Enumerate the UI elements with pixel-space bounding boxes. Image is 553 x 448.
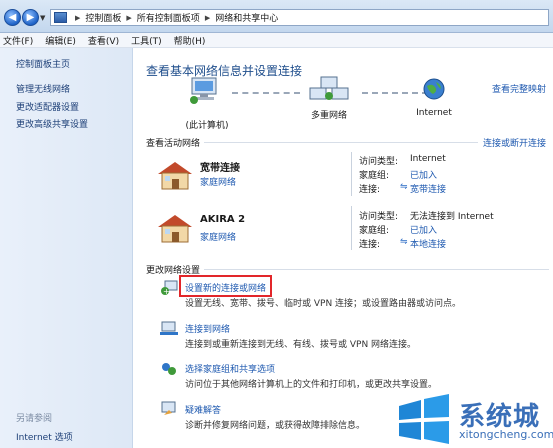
- address-bar: ◀ ▶ ▼ ▶ 控制面板 ▶ 所有控制面板项 ▶ 网络和共享中心: [0, 0, 553, 33]
- menu-tools[interactable]: 工具(T): [131, 34, 162, 47]
- section-divider: [204, 142, 478, 143]
- task-description: 访问位于其他网络计算机上的文件和打印机，或更改共享设置。: [185, 380, 438, 390]
- homegroup-icon: [162, 363, 176, 375]
- connect-disconnect-link[interactable]: 连接或断开连接: [483, 136, 546, 149]
- connection-label: 连接:: [359, 240, 381, 250]
- sidebar: 控制面板主页 管理无线网络 更改适配器设置 更改高级共享设置 另请参阅 Inte…: [0, 48, 133, 448]
- menu-file[interactable]: 文件(F): [3, 34, 33, 47]
- control-panel-icon: [54, 12, 67, 23]
- network-name: 宽带连接: [200, 163, 240, 174]
- connection-link[interactable]: 本地连接: [410, 237, 446, 250]
- menu-view[interactable]: 查看(V): [88, 34, 119, 47]
- forward-button[interactable]: ▶: [22, 9, 39, 26]
- sidebar-item-internet-options[interactable]: Internet 选项: [16, 430, 73, 443]
- connector-line: [232, 92, 300, 94]
- internet-label: Internet: [416, 108, 452, 118]
- homegroup-sharing-link[interactable]: 选择家庭组和共享选项: [185, 362, 275, 375]
- new-connection-icon: +: [161, 280, 178, 296]
- task-description: 连接到或重新连接到无线、有线、拨号或 VPN 网络连接。: [185, 340, 417, 350]
- connection-link[interactable]: 宽带连接: [410, 182, 446, 195]
- chevron-right-icon[interactable]: ▶: [75, 14, 80, 22]
- active-networks-title: 查看活动网络: [146, 139, 201, 149]
- connection-label: 连接:: [359, 185, 381, 195]
- computer-icon: [190, 77, 217, 104]
- troubleshoot-icon: [161, 401, 176, 415]
- connection-icon: ⇋: [400, 237, 408, 247]
- menu-edit[interactable]: 编辑(E): [45, 34, 76, 47]
- task-description: 诊断并修复网络问题，或获得故障排除信息。: [185, 421, 366, 431]
- network-type-link[interactable]: 家庭网络: [200, 175, 236, 188]
- menu-bar: 文件(F) 编辑(E) 查看(V) 工具(T) 帮助(H): [0, 33, 553, 48]
- homegroup-label: 家庭组:: [359, 171, 390, 181]
- sidebar-item-advanced-sharing[interactable]: 更改高级共享设置: [16, 117, 88, 130]
- home-network-icon: [158, 162, 192, 190]
- connection-icon: ⇋: [400, 182, 408, 192]
- connector-line: [362, 92, 428, 94]
- multiple-networks-label: 多重网络: [310, 111, 347, 121]
- menu-help[interactable]: 帮助(H): [174, 34, 206, 47]
- sidebar-home-link[interactable]: 控制面板主页: [16, 57, 70, 70]
- see-also-title: 另请参阅: [16, 414, 53, 424]
- sidebar-item-wireless[interactable]: 管理无线网络: [16, 82, 70, 95]
- back-button[interactable]: ◀: [4, 9, 21, 26]
- this-computer-label: (此计算机): [185, 121, 229, 131]
- divider: [351, 152, 352, 196]
- chevron-right-icon[interactable]: ▶: [205, 14, 210, 22]
- multiple-networks-icon: [309, 76, 349, 100]
- globe-icon: [423, 78, 445, 100]
- watermark-url: xitongcheng.com: [459, 428, 553, 441]
- task-description: 设置无线、宽带、拨号、临时或 VPN 连接；或设置路由器或访问点。: [185, 299, 462, 309]
- breadcrumb-item[interactable]: 网络和共享中心: [215, 11, 278, 24]
- access-type-label: 访问类型:: [359, 157, 399, 167]
- page-title: 查看基本网络信息并设置连接: [146, 64, 303, 78]
- sidebar-item-adapter[interactable]: 更改适配器设置: [16, 100, 79, 113]
- setup-new-connection-link[interactable]: 设置新的连接或网络: [185, 281, 266, 294]
- divider: [351, 206, 352, 250]
- breadcrumb-item[interactable]: 控制面板: [85, 11, 121, 24]
- connect-to-network-link[interactable]: 连接到网络: [185, 322, 230, 335]
- access-type-value: 无法连接到 Internet: [410, 212, 494, 222]
- homegroup-link[interactable]: 已加入: [410, 168, 437, 181]
- section-divider: [204, 269, 549, 270]
- homegroup-label: 家庭组:: [359, 226, 390, 236]
- homegroup-link[interactable]: 已加入: [410, 223, 437, 236]
- connect-network-icon: [160, 321, 178, 335]
- svg-text:+: +: [163, 287, 170, 296]
- view-full-map-link[interactable]: 查看完整映射: [492, 82, 546, 95]
- home-network-icon: [158, 215, 192, 243]
- access-type-value: Internet: [410, 154, 446, 164]
- main-content: 查看基本网络信息并设置连接 查看完整映射 (此计算机) 多重网络 Interne…: [134, 48, 553, 448]
- troubleshoot-link[interactable]: 疑难解答: [185, 403, 221, 416]
- windows-logo-icon: [399, 394, 449, 444]
- watermark: 系统城 xitongcheng.com: [389, 390, 553, 448]
- network-type-link[interactable]: 家庭网络: [200, 230, 236, 243]
- chevron-right-icon[interactable]: ▶: [126, 14, 131, 22]
- breadcrumb[interactable]: ▶ 控制面板 ▶ 所有控制面板项 ▶ 网络和共享中心: [50, 9, 549, 26]
- breadcrumb-item[interactable]: 所有控制面板项: [137, 11, 200, 24]
- history-dropdown-icon[interactable]: ▼: [40, 14, 45, 22]
- network-name: AKIRA 2: [200, 214, 246, 225]
- access-type-label: 访问类型:: [359, 212, 399, 222]
